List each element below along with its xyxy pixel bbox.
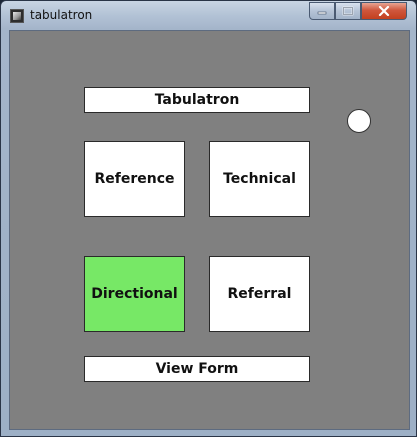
title-bar[interactable]: tabulatron — [1, 1, 416, 30]
minimize-button[interactable] — [309, 2, 335, 20]
directional-button[interactable]: Directional — [84, 256, 185, 332]
reference-button[interactable]: Reference — [84, 141, 185, 217]
app-icon[interactable] — [10, 9, 24, 23]
view-form-button[interactable]: View Form — [84, 356, 310, 382]
maximize-icon — [342, 6, 354, 16]
app-window: tabulatron Tabulatron Reference Technica… — [0, 0, 417, 437]
client-area: Tabulatron Reference Technical Direction… — [9, 30, 410, 430]
close-button[interactable] — [361, 2, 407, 20]
referral-button[interactable]: Referral — [209, 256, 310, 332]
close-icon — [378, 6, 390, 16]
technical-button[interactable]: Technical — [209, 141, 310, 217]
minimize-icon — [317, 11, 327, 15]
maximize-button[interactable] — [335, 2, 361, 20]
status-indicator — [347, 109, 371, 133]
tabulatron-title-bar[interactable]: Tabulatron — [84, 87, 310, 113]
window-title: tabulatron — [30, 8, 93, 22]
